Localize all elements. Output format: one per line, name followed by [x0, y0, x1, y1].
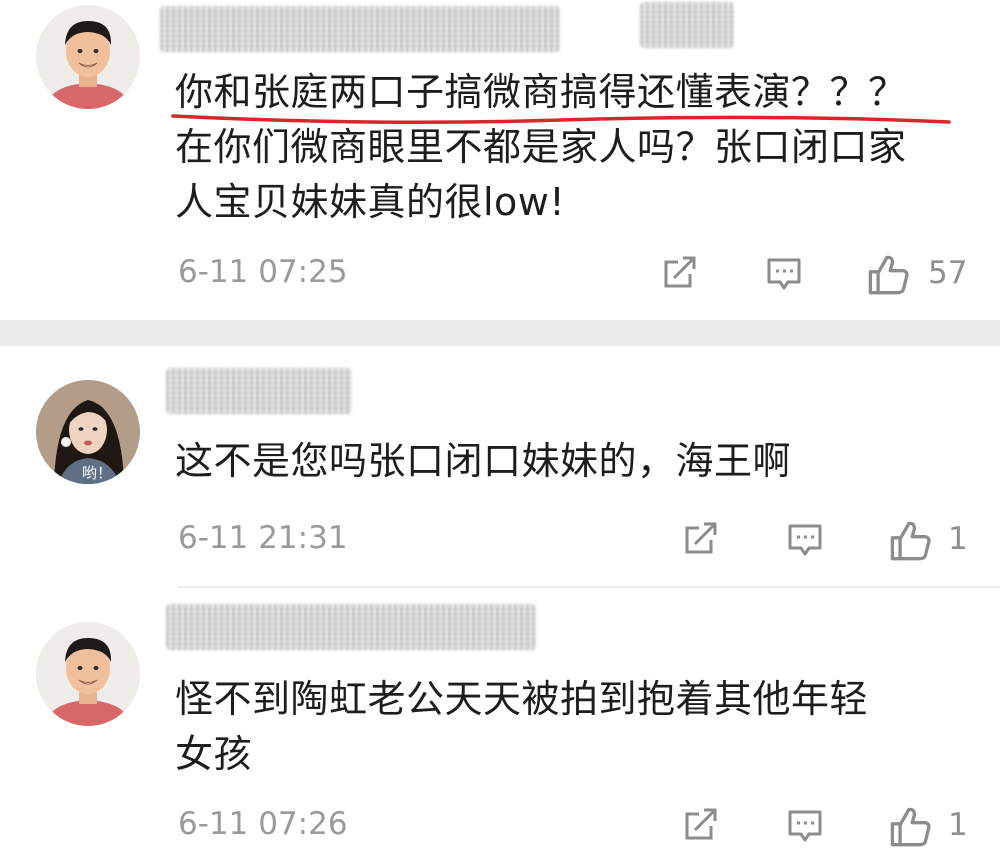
avatar[interactable] [36, 5, 140, 109]
username-blurred[interactable] [166, 368, 352, 414]
comment-3: 怪不到陶虹老公天天被拍到抱着其他年轻 女孩 6-11 07:26 1 [0, 588, 1000, 852]
like-icon[interactable] [888, 804, 932, 848]
comment-2: 哟！ 这不是您吗张口闭口妹妹的，海王啊 6-11 21:31 1 [0, 346, 1000, 586]
section-divider [0, 320, 1000, 346]
comment-meta: 6-11 07:26 1 [0, 804, 1000, 848]
comment-line-2: 在你们微商眼里不都是家人吗？张口闭口家 [175, 125, 907, 169]
comment-time: 6-11 07:26 [178, 806, 348, 842]
avatar-caption: 哟！ [82, 464, 112, 482]
avatar[interactable]: 哟！ [36, 380, 140, 484]
comment-text: 怪不到陶虹老公天天被拍到抱着其他年轻 女孩 [175, 672, 868, 782]
comment-meta: 6-11 21:31 1 [0, 518, 1000, 562]
comment-text: 这不是您吗张口闭口妹妹的，海王啊 [175, 434, 791, 489]
comment-icon[interactable] [785, 806, 825, 846]
comment-line-1: 怪不到陶虹老公天天被拍到抱着其他年轻 [175, 677, 869, 721]
avatar[interactable] [36, 622, 140, 726]
comment-time: 6-11 07:25 [178, 254, 348, 290]
man-smiling-avatar-icon [36, 622, 140, 726]
comment-line-2: 女孩 [175, 732, 253, 776]
comment-text: 你和张庭两口子搞微商搞得还懂表演？？？ 在你们微商眼里不都是家人吗？张口闭口家 … [171, 65, 951, 230]
username-blurred[interactable] [160, 6, 560, 52]
comment-line-1-text: 你和张庭两口子搞微商搞得还懂表演？？？ [175, 70, 907, 114]
comment-icon[interactable] [785, 520, 825, 560]
comment-line-3: 人宝贝妹妹真的很low! [175, 180, 566, 224]
underlined-text: 你和张庭两口子搞微商搞得还懂表演？？？ [171, 65, 951, 124]
username-blurred[interactable] [166, 604, 536, 650]
comment-line-1: 这不是您吗张口闭口妹妹的，海王啊 [175, 439, 792, 483]
woman-avatar-icon: 哟！ [36, 380, 140, 484]
man-smiling-avatar-icon [36, 5, 140, 109]
share-icon[interactable] [681, 519, 721, 559]
comment-icon[interactable] [764, 254, 804, 294]
like-icon[interactable] [888, 518, 932, 562]
like-icon[interactable] [866, 252, 910, 296]
share-icon[interactable] [681, 805, 721, 845]
like-count: 1 [948, 521, 968, 557]
comment-meta: 6-11 07:25 57 [0, 252, 1000, 296]
share-icon[interactable] [660, 253, 700, 293]
comment-line-1: 你和张庭两口子搞微商搞得还懂表演？？？ [171, 65, 951, 124]
like-count: 57 [928, 255, 968, 291]
username-blurred-extra [640, 2, 734, 48]
comment-time: 6-11 21:31 [178, 520, 348, 556]
red-underline-mark [171, 114, 951, 124]
like-count: 1 [948, 807, 968, 843]
comment-1: 你和张庭两口子搞微商搞得还懂表演？？？ 在你们微商眼里不都是家人吗？张口闭口家 … [0, 0, 1000, 320]
